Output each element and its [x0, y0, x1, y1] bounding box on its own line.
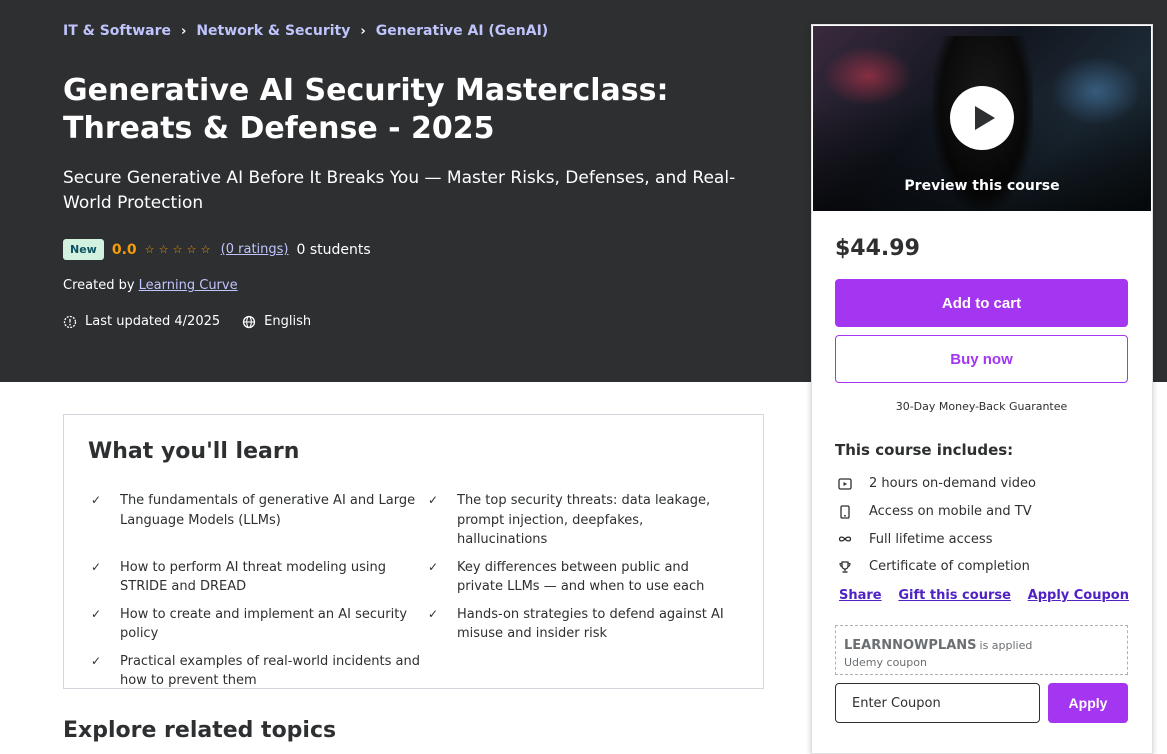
page-title: Generative AI Security Masterclass: Thre…	[63, 73, 669, 146]
breadcrumb: IT & Software › Network & Security › Gen…	[63, 23, 548, 39]
apply-coupon-link[interactable]: Apply Coupon	[1028, 588, 1129, 603]
globe-icon	[242, 315, 256, 328]
apply-coupon-button[interactable]: Apply	[1048, 683, 1128, 723]
play-button[interactable]	[950, 86, 1014, 150]
coupon-input[interactable]	[835, 683, 1040, 723]
includes-list: 2 hours on-demand video Access on mobile…	[835, 470, 1135, 581]
learn-item-text: Key differences between public and priva…	[457, 559, 705, 595]
learn-item-text: How to perform AI threat modeling using …	[120, 559, 386, 595]
learn-item: ✓ Practical examples of real-world incide…	[88, 652, 425, 691]
includes-item: Full lifetime access	[835, 525, 1135, 553]
gift-course-link[interactable]: Gift this course	[898, 588, 1011, 603]
coupon-applied-text: is applied	[979, 639, 1033, 652]
infinity-icon	[837, 531, 853, 547]
learn-item: ✓ The fundamentals of generative AI and L…	[88, 491, 425, 550]
course-subtitle: Secure Generative AI Before It Breaks Yo…	[63, 168, 736, 213]
chevron-right-icon: ›	[360, 23, 366, 39]
trophy-icon	[837, 559, 853, 575]
check-icon: ✓	[428, 559, 439, 574]
chevron-right-icon: ›	[180, 23, 187, 39]
video-icon	[837, 476, 853, 492]
learn-item-text: The fundamentals of generative AI and La…	[120, 493, 416, 528]
what-you-learn-title: What you'll learn	[88, 439, 300, 464]
students-count: 0 students	[296, 241, 371, 258]
preview-label: Preview this course	[904, 178, 1060, 194]
created-by: Created by Learning Curve	[63, 278, 238, 293]
card-links: Share Gift this course Apply Coupon	[839, 588, 1129, 603]
last-updated: Last updated 4/2025	[85, 314, 221, 329]
alert-clock-icon	[63, 315, 77, 328]
learn-item-text: Hands-on strategies to defend against AI…	[457, 606, 724, 642]
includes-item: Access on mobile and TV	[835, 498, 1135, 526]
includes-item: 2 hours on-demand video	[835, 470, 1135, 498]
course-meta: Last updated 4/2025 English	[63, 314, 311, 329]
check-icon: ✓	[91, 606, 102, 621]
check-icon: ✓	[91, 559, 102, 574]
money-back-guarantee: 30-Day Money-Back Guarantee	[895, 400, 1068, 413]
new-badge: New	[63, 239, 104, 260]
learn-item-text: How to create and implement an AI securi…	[120, 606, 408, 642]
learn-item-text: Practical examples of real-world inciden…	[120, 653, 420, 689]
star-empty-icon: ☆	[186, 242, 197, 256]
rating-stars: ☆ ☆ ☆ ☆ ☆	[144, 242, 213, 256]
check-icon: ✓	[91, 493, 102, 507]
course-price: $44.99	[835, 236, 920, 261]
author-link[interactable]: Learning Curve	[139, 278, 238, 293]
coupon-source: Udemy coupon	[844, 656, 927, 669]
course-preview[interactable]: Preview this course	[813, 26, 1151, 211]
learn-item: ✓ How to perform AI threat modeling using…	[88, 558, 425, 597]
learn-item-text: The top security threats: data leakage, …	[457, 493, 711, 547]
learn-item: ✓ How to create and implement an AI secur…	[88, 605, 425, 644]
coupon-code: LEARNNOWPLANS	[844, 638, 977, 653]
star-empty-icon: ☆	[172, 242, 183, 256]
what-you-learn-box: What you'll learn ✓ The fundamentals of g…	[63, 414, 764, 689]
learn-item: ✓ Hands-on strategies to defend against A…	[425, 605, 725, 644]
breadcrumb-item-network-security[interactable]: Network & Security	[196, 23, 350, 39]
includes-title: This course includes:	[835, 441, 1014, 459]
mobile-icon	[837, 504, 853, 520]
created-by-label: Created by	[63, 278, 135, 293]
ratings-count-link[interactable]: (0 ratings)	[221, 242, 289, 257]
rating-value: 0.0	[111, 241, 137, 258]
star-empty-icon: ☆	[200, 242, 211, 256]
explore-topics-title: Explore related topics	[63, 718, 337, 743]
course-language: English	[264, 314, 312, 329]
breadcrumb-item-genai[interactable]: Generative AI (GenAI)	[376, 23, 549, 39]
applied-coupon-box: LEARNNOWPLANS is applied Udemy coupon	[835, 625, 1128, 675]
learn-item: ✓ The top security threats: data leakage,…	[425, 491, 725, 550]
learn-item: ✓ Key differences between public and priv…	[425, 558, 725, 597]
add-to-cart-button[interactable]: Add to cart	[835, 279, 1128, 327]
share-link[interactable]: Share	[839, 588, 882, 603]
check-icon: ✓	[91, 653, 102, 668]
play-icon	[974, 106, 995, 130]
buy-now-button[interactable]: Buy now	[835, 335, 1128, 383]
rating-row: New 0.0 ☆ ☆ ☆ ☆ ☆ (0 ratings) 0 students	[63, 239, 371, 260]
includes-item: Certificate of completion	[835, 553, 1135, 581]
check-icon: ✓	[428, 606, 439, 621]
learn-list: ✓ The fundamentals of generative AI and L…	[88, 491, 748, 691]
breadcrumb-item-it-software[interactable]: IT & Software	[63, 23, 171, 39]
check-icon: ✓	[428, 493, 439, 507]
star-empty-icon: ☆	[144, 242, 155, 256]
star-empty-icon: ☆	[158, 242, 169, 256]
